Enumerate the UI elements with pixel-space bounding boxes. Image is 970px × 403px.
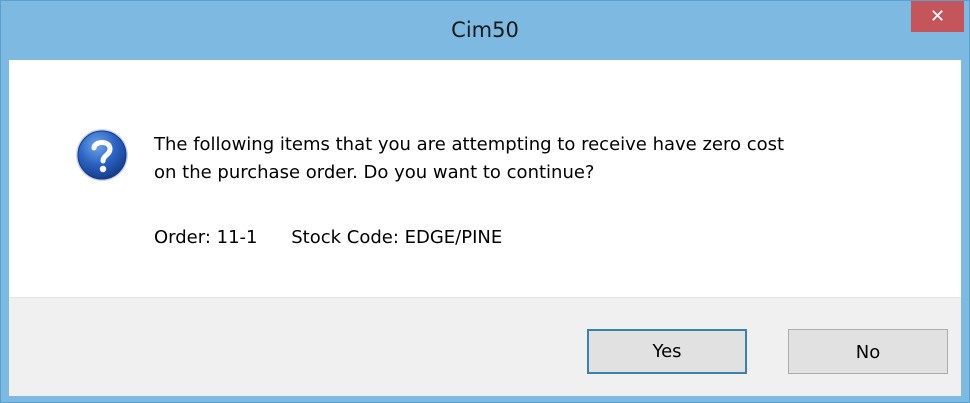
message-text: The following items that you are attempt… [154,131,934,187]
message-line: on the purchase order. Do you want to co… [154,162,595,183]
button-bar: Yes No [9,297,961,396]
dialog-body: The following items that you are attempt… [9,60,961,396]
no-button[interactable]: No [788,329,948,374]
message-dialog: Cim50 ✕ The following items that you are… [0,0,970,403]
message-line: The following items that you are attempt… [154,134,785,155]
stock-code: Stock Code: EDGE/PINE [291,227,503,248]
yes-button[interactable]: Yes [587,329,747,374]
close-icon: ✕ [929,6,946,27]
message-area: The following items that you are attempt… [9,60,961,297]
window-title: Cim50 [451,18,519,42]
order-number: Order: 11-1 [154,227,258,248]
question-icon [76,129,128,181]
title-bar[interactable]: Cim50 ✕ [1,1,969,60]
close-button[interactable]: ✕ [911,1,964,32]
item-details: Order: 11-1 Stock Code: EDGE/PINE [154,224,502,252]
